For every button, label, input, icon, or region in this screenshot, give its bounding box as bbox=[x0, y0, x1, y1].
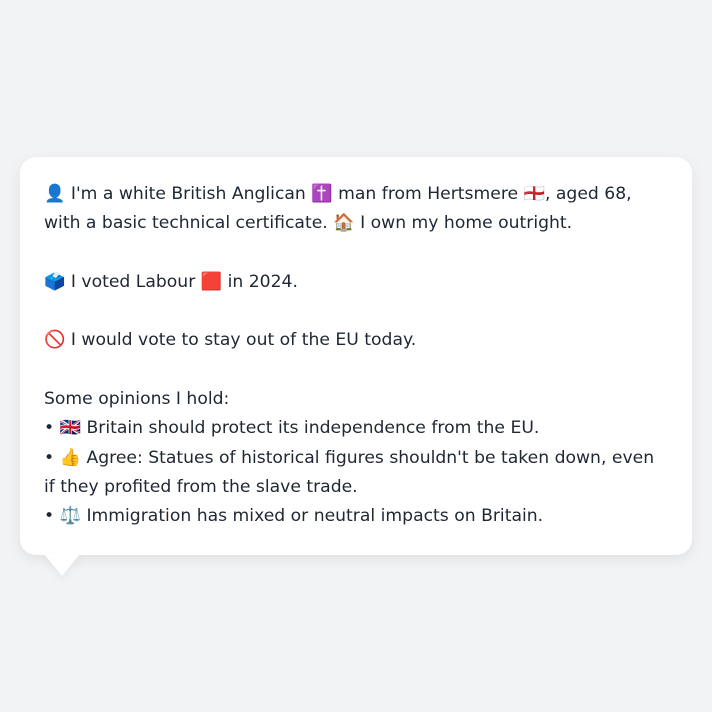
ballot-box-icon: 🗳️ bbox=[44, 271, 66, 292]
intro-text-b: man from Hertsmere bbox=[332, 184, 524, 204]
eu-text: I would vote to stay out of the EU today… bbox=[65, 330, 417, 351]
opinion-item: • ⚖️ Immigration has mixed or neutral im… bbox=[44, 502, 668, 531]
eu-statement: 🚫 I would vote to stay out of the EU tod… bbox=[44, 326, 668, 355]
vote-text-b: in 2024. bbox=[222, 271, 298, 292]
intro-text-d: I own my home outright. bbox=[354, 213, 573, 234]
uk-flag-icon: 🇬🇧 bbox=[59, 418, 82, 439]
house-icon: 🏠 bbox=[333, 213, 355, 234]
persona-card: 👤 I'm a white British Anglican ✝️ man fr… bbox=[20, 157, 692, 555]
cross-icon: ✝️ bbox=[311, 184, 333, 204]
prohibited-icon: 🚫 bbox=[44, 330, 66, 351]
vote-statement: 🗳️ I voted Labour 🟥 in 2024. bbox=[44, 268, 668, 297]
opinions-heading: Some opinions I hold: bbox=[44, 389, 230, 410]
opinion-text: Agree: Statues of historical figures sho… bbox=[44, 447, 655, 497]
red-square-icon: 🟥 bbox=[200, 271, 223, 292]
scales-icon: ⚖️ bbox=[59, 506, 82, 527]
bullet: • bbox=[44, 447, 55, 468]
opinion-text: Britain should protect its independence … bbox=[81, 418, 540, 439]
england-flag-icon: 🏴󠁧󠁢󠁥󠁮󠁧󠁿 bbox=[523, 184, 545, 204]
persona-intro: 👤 I'm a white British Anglican ✝️ man fr… bbox=[44, 180, 668, 239]
vote-text-a: I voted Labour bbox=[65, 271, 201, 292]
opinion-item: • 🇬🇧 Britain should protect its independ… bbox=[44, 414, 668, 443]
thumbs-up-icon: 👍 bbox=[59, 447, 82, 468]
opinion-item: • 👍 Agree: Statues of historical figures… bbox=[44, 444, 668, 503]
opinions-section: Some opinions I hold: • 🇬🇧 Britain shoul… bbox=[44, 385, 668, 531]
person-icon: 👤 bbox=[44, 184, 66, 204]
intro-text-a: I'm a white British Anglican bbox=[65, 184, 312, 204]
opinion-text: Immigration has mixed or neutral impacts… bbox=[81, 506, 544, 527]
bullet: • bbox=[44, 418, 55, 439]
bubble-tail bbox=[44, 554, 80, 576]
bullet: • bbox=[44, 506, 55, 527]
